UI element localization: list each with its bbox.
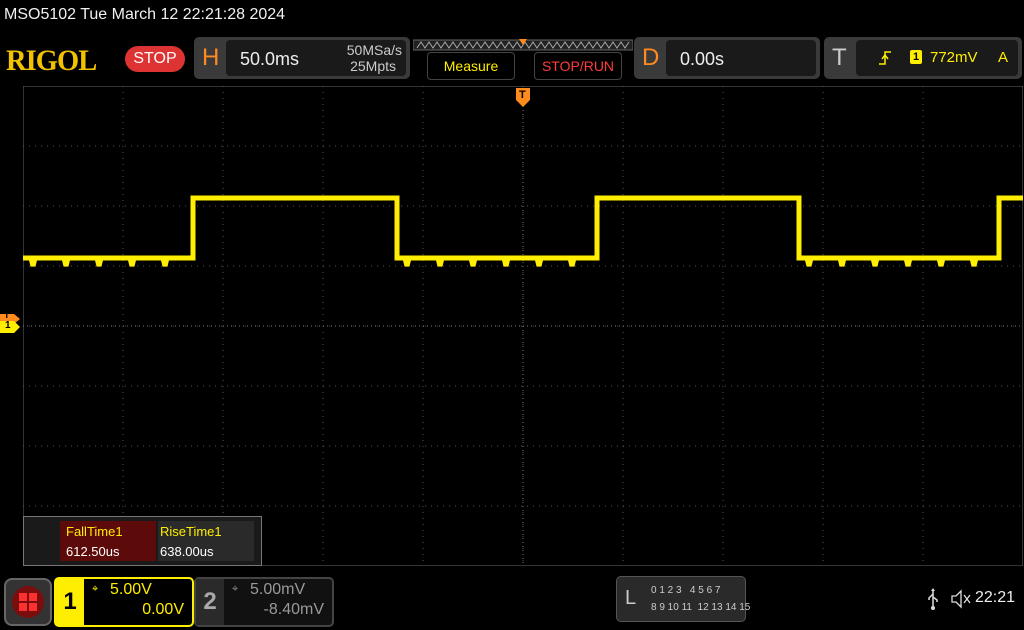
rising-edge-icon [878, 50, 892, 71]
trigger-source-badge: 1 [910, 50, 922, 64]
measurement-item[interactable]: FallTime1 612.50us [60, 521, 156, 561]
trigger-level: 772mV [930, 49, 978, 66]
stop-run-button[interactable]: STOP/RUN [534, 52, 622, 80]
rigol-logo: RIGOL [6, 44, 97, 77]
memory-depth: 25Mpts [350, 58, 396, 74]
trigger-position-label: T [519, 89, 526, 101]
measure-button[interactable]: Measure [427, 52, 515, 80]
dc-coupling-icon: ⌖ [232, 583, 239, 595]
horizontal-panel[interactable]: H 50.0ms 50MSa/s 25Mpts [194, 37, 410, 79]
logic-channels-high: 8 9 10 11 12 13 14 15 [651, 602, 751, 613]
top-toolbar: RIGOL STOP H 50.0ms 50MSa/s 25Mpts Measu… [0, 34, 1024, 84]
ch1-offset-label: 1 [5, 320, 11, 331]
waveform-position-strip[interactable] [412, 38, 634, 51]
grid-menu-icon [12, 586, 44, 618]
trigger-position-marker[interactable]: T [516, 88, 530, 108]
measurement-name: RiseTime1 [160, 524, 222, 539]
logic-panel[interactable]: L 0 1 2 3 4 5 6 7 8 9 10 11 12 13 14 15 [616, 576, 750, 622]
clock-time: 22:21 [975, 589, 1016, 606]
trigger-panel[interactable]: T 1 772mV A [824, 37, 1022, 79]
menu-button[interactable] [4, 578, 52, 626]
channel-2-number: 2 [196, 579, 224, 625]
memory-strip-icon [412, 39, 634, 51]
measurement-panel[interactable]: FallTime1 612.50us RiseTime1 638.00us [23, 516, 262, 566]
horizontal-letter: H [202, 44, 220, 71]
channel-1-panel[interactable]: 1 ⌖ 5.00V 0.00V [54, 577, 194, 627]
run-state-badge[interactable]: STOP [125, 46, 185, 72]
title-bar: MSO5102 Tue March 12 22:21:28 2024 [0, 0, 1024, 34]
delay-display: 0.00s [666, 40, 816, 76]
channel-1-offset: 0.00V [142, 601, 184, 618]
sample-rate: 50MSa/s [346, 42, 402, 58]
measurement-name: FallTime1 [66, 524, 123, 539]
logic-channels-low: 0 1 2 3 4 5 6 7 [651, 585, 721, 596]
window-title: MSO5102 Tue March 12 22:21:28 2024 [4, 6, 286, 23]
measurement-value: 638.00us [160, 544, 214, 559]
channel-1-number: 1 [56, 579, 84, 625]
delay-letter: D [642, 44, 660, 71]
delay-panel[interactable]: D 0.00s [634, 37, 820, 79]
measurement-value: 612.50us [66, 544, 120, 559]
stop-run-label: STOP/RUN [541, 58, 615, 74]
channel-2-panel[interactable]: 2 ⌖ 5.00mV -8.40mV [194, 577, 334, 627]
delay-value: 0.00s [680, 49, 725, 69]
measurement-item[interactable]: RiseTime1 638.00us [158, 521, 254, 561]
channel-2-offset: -8.40mV [263, 601, 324, 618]
logic-letter: L [625, 587, 637, 609]
usb-icon [926, 588, 940, 615]
trigger-level-label: T [4, 310, 10, 320]
mute-icon[interactable] [950, 589, 972, 614]
channel-2-scale: 5.00mV [250, 581, 306, 598]
trigger-display: 1 772mV A [856, 40, 1018, 76]
trigger-letter: T [832, 44, 847, 71]
channel-1-scale: 5.00V [110, 581, 152, 598]
ch1-offset-marker[interactable]: 1 [0, 320, 20, 333]
timebase-value: 50.0ms [240, 49, 300, 69]
dc-coupling-icon: ⌖ [92, 583, 99, 595]
timebase-display: 50.0ms 50MSa/s 25Mpts [226, 40, 406, 76]
waveform-grid[interactable] [22, 85, 1024, 567]
graticule [22, 85, 1024, 567]
measure-label: Measure [443, 58, 499, 74]
trigger-mode: A [998, 49, 1009, 66]
